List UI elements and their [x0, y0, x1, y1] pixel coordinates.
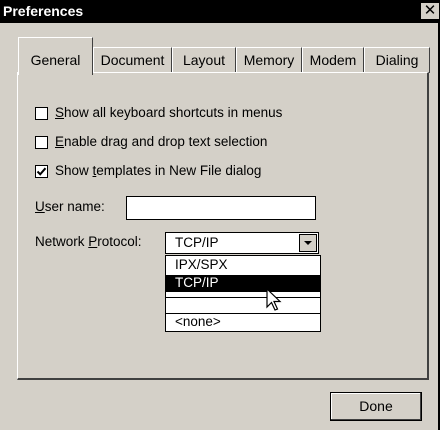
tab-document[interactable]: Document [93, 47, 172, 73]
tab-general[interactable]: General [18, 37, 93, 75]
show-templates-checkbox[interactable] [35, 165, 48, 178]
triangle-down-icon [304, 241, 312, 245]
user-name-label: User name: [35, 199, 105, 214]
tab-dialing[interactable]: Dialing [364, 47, 430, 73]
protocol-dropdown-list: IPX/SPX TCP/IP <none> [165, 255, 321, 332]
preferences-window: Preferences ✕ General Document Layout Me… [0, 0, 440, 430]
tab-modem[interactable]: Modem [302, 47, 364, 73]
show-templates-label: Show templates in New File dialog [55, 163, 262, 178]
window-title: Preferences [3, 3, 84, 19]
user-name-input[interactable] [126, 196, 316, 220]
dropdown-arrow-button[interactable] [299, 234, 317, 252]
show-shortcuts-checkbox[interactable] [35, 107, 48, 120]
tab-layout[interactable]: Layout [172, 47, 236, 73]
show-shortcuts-label: Show all keyboard shortcuts in menus [55, 105, 283, 120]
protocol-option-none[interactable]: <none> [166, 313, 320, 330]
tab-memory[interactable]: Memory [236, 47, 302, 73]
close-button[interactable]: ✕ [420, 2, 440, 20]
protocol-option-ipx-spx[interactable]: IPX/SPX [166, 257, 320, 274]
drag-drop-checkbox[interactable] [35, 136, 48, 149]
protocol-option-tcp-ip[interactable]: TCP/IP [166, 275, 320, 292]
drag-drop-label: Enable drag and drop text selection [55, 134, 268, 149]
selected-protocol-value: TCP/IP [175, 235, 219, 250]
arrow-cursor-icon [266, 288, 282, 311]
title-bar[interactable]: Preferences ✕ [0, 0, 440, 23]
network-protocol-select[interactable]: TCP/IP [165, 232, 319, 254]
network-protocol-label: Network Protocol: [35, 234, 142, 249]
done-button[interactable]: Done [330, 392, 422, 421]
close-icon: ✕ [423, 2, 437, 19]
protocol-option-separator[interactable] [166, 297, 320, 314]
checkmark-icon [36, 167, 47, 176]
